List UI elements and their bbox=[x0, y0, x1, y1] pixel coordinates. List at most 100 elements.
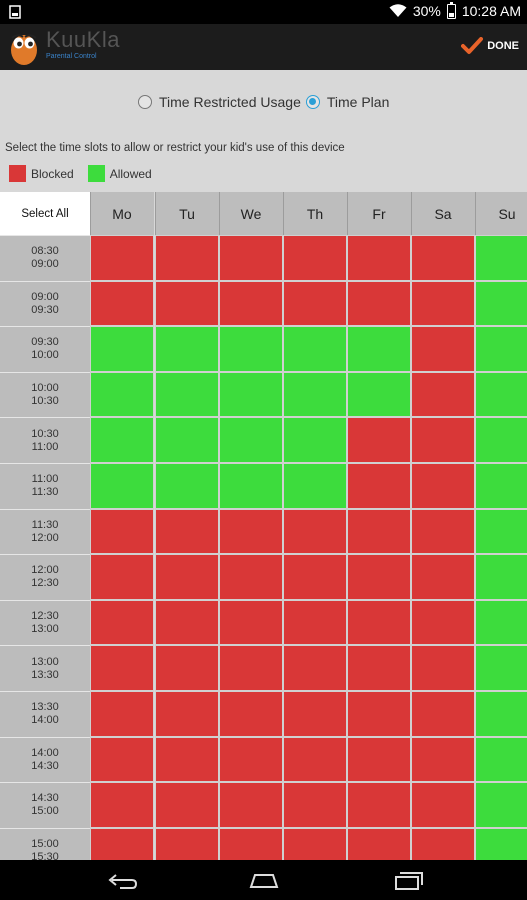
time-slot-label[interactable]: 13:00 13:30 bbox=[0, 645, 90, 691]
slot-tu-blocked[interactable] bbox=[155, 599, 219, 646]
slot-mo-blocked[interactable] bbox=[90, 736, 154, 783]
slot-fr-blocked[interactable] bbox=[347, 827, 411, 860]
slot-th-allowed[interactable] bbox=[283, 326, 347, 372]
slot-su-allowed[interactable] bbox=[475, 463, 527, 509]
day-header-su[interactable]: Su bbox=[475, 192, 527, 235]
slot-sa-blocked[interactable] bbox=[411, 554, 475, 600]
slot-we-allowed[interactable] bbox=[219, 371, 283, 418]
slot-we-blocked[interactable] bbox=[219, 782, 283, 828]
slot-su-allowed[interactable] bbox=[475, 691, 527, 737]
slot-mo-allowed[interactable] bbox=[90, 326, 154, 372]
done-button[interactable]: DONE bbox=[461, 37, 519, 55]
slot-tu-blocked[interactable] bbox=[155, 782, 219, 828]
slot-tu-blocked[interactable] bbox=[155, 508, 219, 555]
slot-th-blocked[interactable] bbox=[283, 235, 347, 281]
slot-su-allowed[interactable] bbox=[475, 371, 527, 418]
slot-th-blocked[interactable] bbox=[283, 827, 347, 860]
day-header-sa[interactable]: Sa bbox=[411, 192, 475, 235]
slot-th-allowed[interactable] bbox=[283, 371, 347, 418]
slot-th-blocked[interactable] bbox=[283, 691, 347, 737]
slot-su-allowed[interactable] bbox=[475, 508, 527, 555]
slot-th-blocked[interactable] bbox=[283, 645, 347, 691]
slot-we-blocked[interactable] bbox=[219, 827, 283, 860]
slot-sa-blocked[interactable] bbox=[411, 736, 475, 783]
slot-tu-allowed[interactable] bbox=[155, 371, 219, 418]
slot-fr-blocked[interactable] bbox=[347, 463, 411, 509]
recent-apps-icon[interactable] bbox=[392, 869, 424, 891]
day-header-mo[interactable]: Mo bbox=[90, 192, 154, 235]
time-slot-label[interactable]: 13:30 14:00 bbox=[0, 691, 90, 737]
slot-we-blocked[interactable] bbox=[219, 736, 283, 783]
radio-time-plan[interactable] bbox=[305, 95, 320, 109]
radio-label-time-plan[interactable]: Time Plan bbox=[327, 94, 390, 110]
slot-mo-blocked[interactable] bbox=[90, 599, 154, 646]
slot-fr-blocked[interactable] bbox=[347, 235, 411, 281]
time-slot-label[interactable]: 09:00 09:30 bbox=[0, 280, 90, 327]
slot-su-allowed[interactable] bbox=[475, 326, 527, 372]
slot-mo-blocked[interactable] bbox=[90, 235, 154, 281]
slot-sa-blocked[interactable] bbox=[411, 280, 475, 327]
back-icon[interactable] bbox=[106, 869, 138, 891]
slot-sa-blocked[interactable] bbox=[411, 326, 475, 372]
slot-tu-allowed[interactable] bbox=[155, 463, 219, 509]
slot-su-allowed[interactable] bbox=[475, 417, 527, 463]
slot-fr-allowed[interactable] bbox=[347, 371, 411, 418]
slot-mo-blocked[interactable] bbox=[90, 554, 154, 600]
slot-fr-allowed[interactable] bbox=[347, 326, 411, 372]
slot-tu-blocked[interactable] bbox=[155, 736, 219, 783]
slot-we-blocked[interactable] bbox=[219, 691, 283, 737]
slot-sa-blocked[interactable] bbox=[411, 599, 475, 646]
radio-time-restricted-usage[interactable] bbox=[138, 95, 152, 109]
slot-fr-blocked[interactable] bbox=[347, 691, 411, 737]
slot-th-blocked[interactable] bbox=[283, 280, 347, 327]
slot-fr-blocked[interactable] bbox=[347, 599, 411, 646]
slot-sa-blocked[interactable] bbox=[411, 645, 475, 691]
slot-su-allowed[interactable] bbox=[475, 280, 527, 327]
day-header-th[interactable]: Th bbox=[283, 192, 347, 235]
slot-fr-blocked[interactable] bbox=[347, 554, 411, 600]
slot-tu-allowed[interactable] bbox=[155, 326, 219, 372]
slot-fr-blocked[interactable] bbox=[347, 736, 411, 783]
slot-sa-blocked[interactable] bbox=[411, 371, 475, 418]
slot-sa-blocked[interactable] bbox=[411, 417, 475, 463]
radio-label-time-restricted-usage[interactable]: Time Restricted Usage bbox=[159, 94, 301, 110]
slot-we-blocked[interactable] bbox=[219, 508, 283, 555]
slot-th-blocked[interactable] bbox=[283, 554, 347, 600]
slot-mo-blocked[interactable] bbox=[90, 782, 154, 828]
slot-tu-blocked[interactable] bbox=[155, 691, 219, 737]
slot-we-blocked[interactable] bbox=[219, 599, 283, 646]
slot-tu-blocked[interactable] bbox=[155, 235, 219, 281]
home-icon[interactable] bbox=[248, 869, 280, 891]
slot-we-blocked[interactable] bbox=[219, 235, 283, 281]
slot-su-allowed[interactable] bbox=[475, 736, 527, 783]
slot-sa-blocked[interactable] bbox=[411, 508, 475, 555]
day-header-we[interactable]: We bbox=[219, 192, 283, 235]
day-header-tu[interactable]: Tu bbox=[155, 192, 219, 235]
slot-sa-blocked[interactable] bbox=[411, 235, 475, 281]
slot-tu-blocked[interactable] bbox=[155, 827, 219, 860]
slot-mo-blocked[interactable] bbox=[90, 691, 154, 737]
slot-we-allowed[interactable] bbox=[219, 463, 283, 509]
time-slot-label[interactable]: 14:30 15:00 bbox=[0, 782, 90, 828]
time-slot-label[interactable]: 08:30 09:00 bbox=[0, 235, 90, 281]
slot-mo-allowed[interactable] bbox=[90, 371, 154, 418]
slot-sa-blocked[interactable] bbox=[411, 463, 475, 509]
slot-fr-blocked[interactable] bbox=[347, 645, 411, 691]
slot-mo-allowed[interactable] bbox=[90, 463, 154, 509]
slot-th-allowed[interactable] bbox=[283, 417, 347, 463]
slot-sa-blocked[interactable] bbox=[411, 691, 475, 737]
slot-th-blocked[interactable] bbox=[283, 782, 347, 828]
time-slot-label[interactable]: 14:00 14:30 bbox=[0, 736, 90, 783]
time-slot-label[interactable]: 09:30 10:00 bbox=[0, 326, 90, 372]
time-slot-label[interactable]: 11:30 12:00 bbox=[0, 508, 90, 555]
slot-tu-allowed[interactable] bbox=[155, 417, 219, 463]
time-slot-label[interactable]: 10:30 11:00 bbox=[0, 417, 90, 463]
time-slot-label[interactable]: 15:00 15:30 bbox=[0, 827, 90, 860]
slot-th-blocked[interactable] bbox=[283, 508, 347, 555]
slot-we-blocked[interactable] bbox=[219, 645, 283, 691]
slot-su-allowed[interactable] bbox=[475, 554, 527, 600]
slot-mo-blocked[interactable] bbox=[90, 280, 154, 327]
slot-fr-blocked[interactable] bbox=[347, 417, 411, 463]
slot-we-allowed[interactable] bbox=[219, 326, 283, 372]
slot-sa-blocked[interactable] bbox=[411, 782, 475, 828]
